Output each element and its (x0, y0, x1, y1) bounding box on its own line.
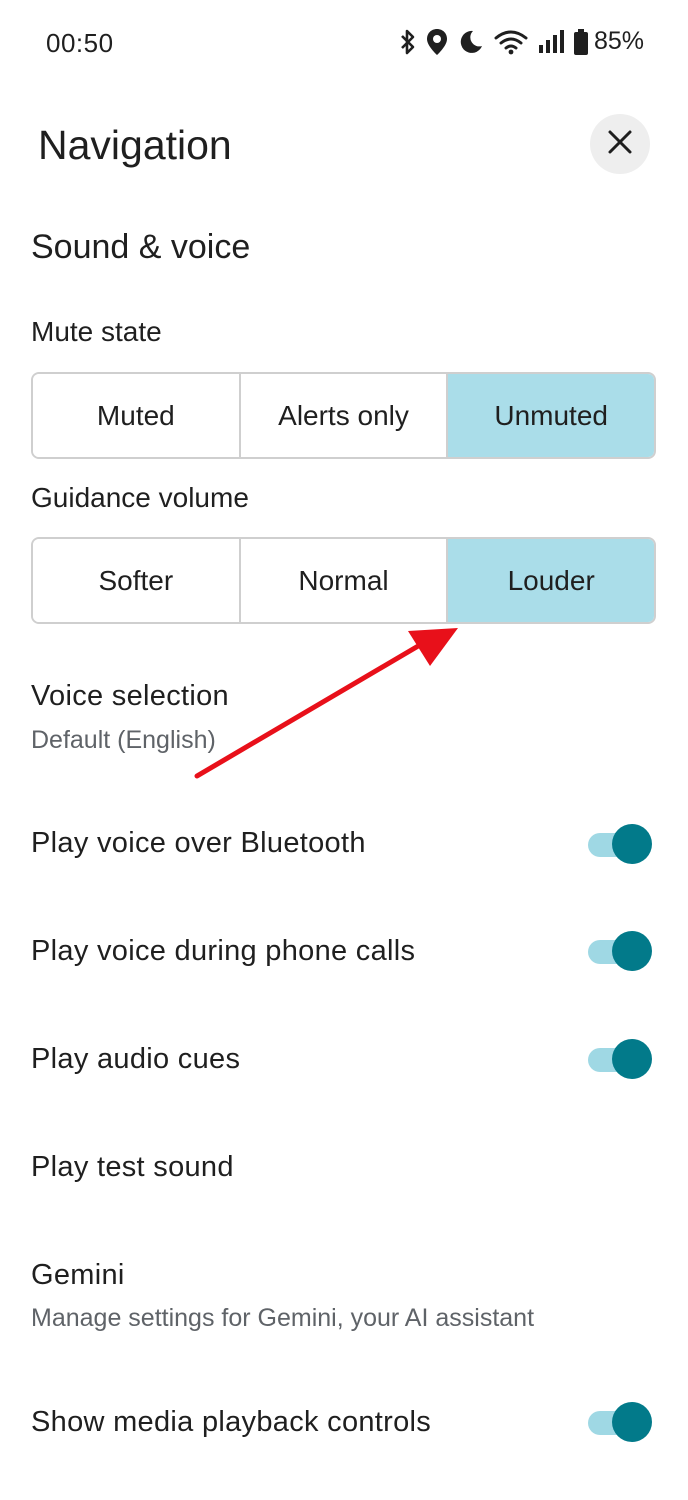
toggle-thumb (612, 1039, 652, 1079)
gemini-title: Gemini (31, 1259, 125, 1291)
status-icons: 85% (400, 27, 644, 56)
guidance-volume-label: Guidance volume (31, 482, 249, 513)
section-title: Sound & voice (31, 228, 251, 266)
mute-state-label: Mute state (31, 316, 162, 347)
voice-selection-subtitle: Default (English) (31, 726, 216, 754)
test-sound-label: Play test sound (31, 1151, 234, 1183)
mute-state-control: Muted Alerts only Unmuted (31, 372, 656, 459)
toggle-thumb (612, 1402, 652, 1442)
audio-cues-label: Play audio cues (31, 1043, 241, 1075)
audio-cues-toggle[interactable] (588, 1039, 652, 1079)
bluetooth-voice-toggle[interactable] (588, 824, 652, 864)
gemini-subtitle: Manage settings for Gemini, your AI assi… (31, 1304, 535, 1332)
voice-selection-title: Voice selection (31, 680, 229, 712)
media-controls-toggle[interactable] (588, 1402, 652, 1442)
page-title: Navigation (38, 122, 232, 168)
bluetooth-voice-label: Play voice over Bluetooth (31, 827, 366, 859)
phone-calls-voice-toggle[interactable] (588, 931, 652, 971)
battery-percent: 85% (593, 27, 644, 55)
location-icon (426, 28, 448, 56)
volume-option-normal[interactable]: Normal (240, 539, 449, 622)
mute-option-muted[interactable]: Muted (33, 374, 241, 457)
toggle-thumb (612, 931, 652, 971)
phone-calls-voice-label: Play voice during phone calls (31, 935, 416, 967)
battery-icon (573, 28, 588, 55)
status-bar: 00:50 85% (0, 0, 688, 92)
wifi-icon (494, 29, 528, 55)
close-button[interactable] (590, 114, 650, 174)
cell-signal-icon (538, 29, 564, 54)
mute-option-alerts-only[interactable]: Alerts only (240, 374, 449, 457)
guidance-volume-control: Softer Normal Louder (31, 537, 656, 624)
media-controls-label: Show media playback controls (31, 1406, 432, 1438)
close-icon (607, 129, 633, 160)
volume-option-louder[interactable]: Louder (448, 539, 654, 622)
status-time: 00:50 (46, 28, 114, 58)
volume-option-softer[interactable]: Softer (33, 539, 241, 622)
toggle-thumb (612, 824, 652, 864)
bluetooth-icon (400, 29, 416, 55)
do-not-disturb-moon-icon (458, 29, 484, 55)
mute-option-unmuted[interactable]: Unmuted (448, 374, 654, 457)
